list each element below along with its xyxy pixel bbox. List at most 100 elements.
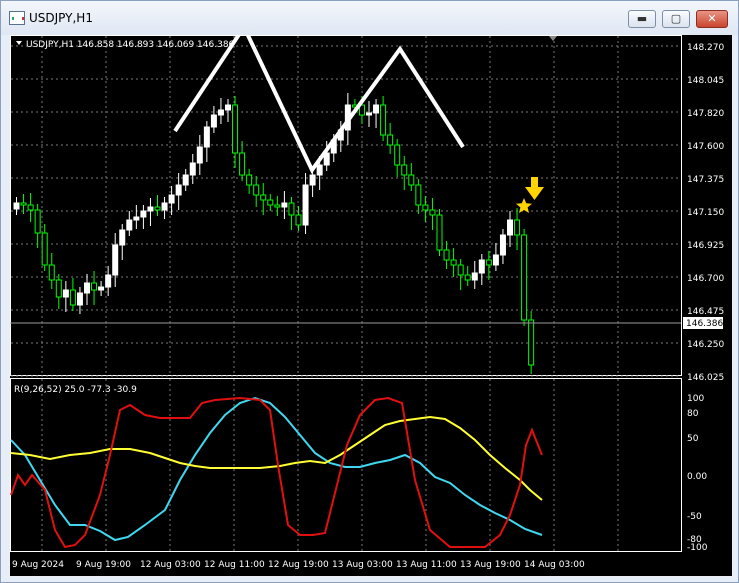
- star-icon: [516, 198, 532, 213]
- candle-body: [55, 279, 62, 298]
- pattern-polyline: [173, 22, 465, 174]
- indicator-axis-label: -50: [687, 512, 702, 522]
- candle-body: [203, 126, 210, 148]
- candle-body: [175, 184, 182, 196]
- candle-body: [34, 209, 41, 234]
- time-label: 12 Aug 03:00: [140, 560, 201, 570]
- candle-body: [105, 274, 112, 288]
- price-label: 146.925: [687, 241, 724, 251]
- candle-body: [154, 206, 161, 211]
- candle-body: [295, 214, 302, 226]
- candle-body: [267, 199, 274, 206]
- candle-body: [274, 204, 281, 208]
- triangle-down-icon[interactable]: [16, 41, 22, 45]
- candle-body: [485, 259, 492, 266]
- main-panel-border: [10, 35, 682, 376]
- candle-body: [401, 164, 408, 176]
- price-label: 148.045: [687, 76, 724, 86]
- window-title: USDJPY,H1: [29, 11, 93, 25]
- candle-body: [217, 109, 224, 116]
- candle-body: [161, 202, 168, 211]
- chart-window-icon: [9, 11, 25, 25]
- price-label: 147.600: [687, 142, 724, 152]
- candle-body: [514, 219, 521, 236]
- indicator-axis-label: 0.00: [687, 472, 707, 482]
- candle-body: [492, 254, 499, 266]
- candle-body: [316, 164, 323, 176]
- candle-body: [168, 194, 175, 204]
- candle-body: [147, 206, 154, 212]
- candle-body: [288, 202, 295, 216]
- candle-body: [253, 184, 260, 196]
- close-button[interactable]: ✕: [696, 10, 728, 28]
- candle-body: [239, 152, 246, 176]
- chart-area[interactable]: USDJPY,H1 146.858 146.893 146.069 146.38…: [10, 22, 732, 576]
- chart-shift-marker-icon[interactable]: [549, 36, 557, 41]
- candle-body: [415, 184, 422, 206]
- price-label: 146.250: [687, 340, 724, 350]
- price-label: 147.375: [687, 175, 724, 185]
- indicator-panel-border: [10, 378, 682, 552]
- candle-body: [281, 202, 288, 208]
- indicator-axis-label: -100: [687, 543, 708, 553]
- candle-body: [422, 204, 429, 211]
- price-label: 146.025: [687, 373, 724, 383]
- candle-body: [246, 174, 253, 186]
- candle-body: [309, 174, 316, 186]
- indicator-axis-label: 50: [687, 434, 699, 444]
- candle-body: [380, 104, 387, 136]
- price-label: 148.270: [687, 43, 724, 53]
- price-label: 146.700: [687, 274, 724, 284]
- time-label: 9 Aug 19:00: [76, 560, 131, 570]
- candle-body: [478, 259, 485, 274]
- candle-body: [133, 216, 140, 221]
- candle-body: [69, 289, 76, 306]
- candle-body: [98, 286, 105, 291]
- candle-body: [62, 289, 69, 298]
- price-label: 147.150: [687, 208, 724, 218]
- chart-window: USDJPY,H1 ▬ ▢ ✕ USDJPY,H1 146.858 146.89…: [0, 0, 739, 583]
- current-price-tag-text: 146.386: [686, 319, 723, 329]
- time-label: 12 Aug 19:00: [268, 560, 329, 570]
- time-label: 9 Aug 2024: [12, 560, 64, 570]
- candle-body: [471, 272, 478, 281]
- candle-body: [41, 232, 48, 266]
- indicator-axis-label: 80: [687, 409, 699, 419]
- candle-body: [232, 104, 239, 154]
- time-label: 14 Aug 03:00: [524, 560, 585, 570]
- candle-body: [302, 184, 309, 226]
- candle-body: [182, 174, 189, 186]
- candle-body: [507, 219, 513, 236]
- candle-body: [119, 229, 126, 246]
- candle-body: [457, 264, 464, 276]
- time-label: 12 Aug 11:00: [204, 560, 265, 570]
- red-indicator-line: [10, 396, 543, 549]
- candle-body: [13, 202, 20, 210]
- candle-body: [140, 210, 147, 218]
- main-panel-info: USDJPY,H1 146.858 146.893 146.069 146.38…: [26, 40, 235, 50]
- candle-body: [366, 112, 372, 116]
- title-bar[interactable]: USDJPY,H1 ▬ ▢ ✕: [1, 1, 738, 35]
- maximize-button[interactable]: ▢: [662, 10, 690, 28]
- candle-body: [464, 274, 471, 281]
- candle-body: [394, 144, 401, 166]
- time-label: 13 Aug 11:00: [396, 560, 457, 570]
- time-label: 13 Aug 19:00: [460, 560, 521, 570]
- minimize-button[interactable]: ▬: [628, 10, 656, 28]
- time-label: 13 Aug 03:00: [332, 560, 393, 570]
- candle-body: [27, 204, 34, 211]
- candle-body: [436, 214, 443, 251]
- candle-body: [48, 264, 55, 281]
- candle-body: [76, 292, 83, 306]
- candle-body: [260, 194, 267, 201]
- candle-body: [210, 114, 217, 128]
- candle-body: [521, 234, 528, 321]
- candle-body: [499, 234, 506, 256]
- candle-body: [443, 249, 450, 261]
- candle-body: [196, 146, 203, 164]
- indicator-panel-info: R(9,26,52) 25.0 -77.3 -30.9: [14, 385, 137, 395]
- candle-body: [189, 162, 196, 176]
- arrow-down-icon: [525, 177, 544, 200]
- candle-body: [112, 244, 119, 276]
- candle-body: [387, 134, 394, 146]
